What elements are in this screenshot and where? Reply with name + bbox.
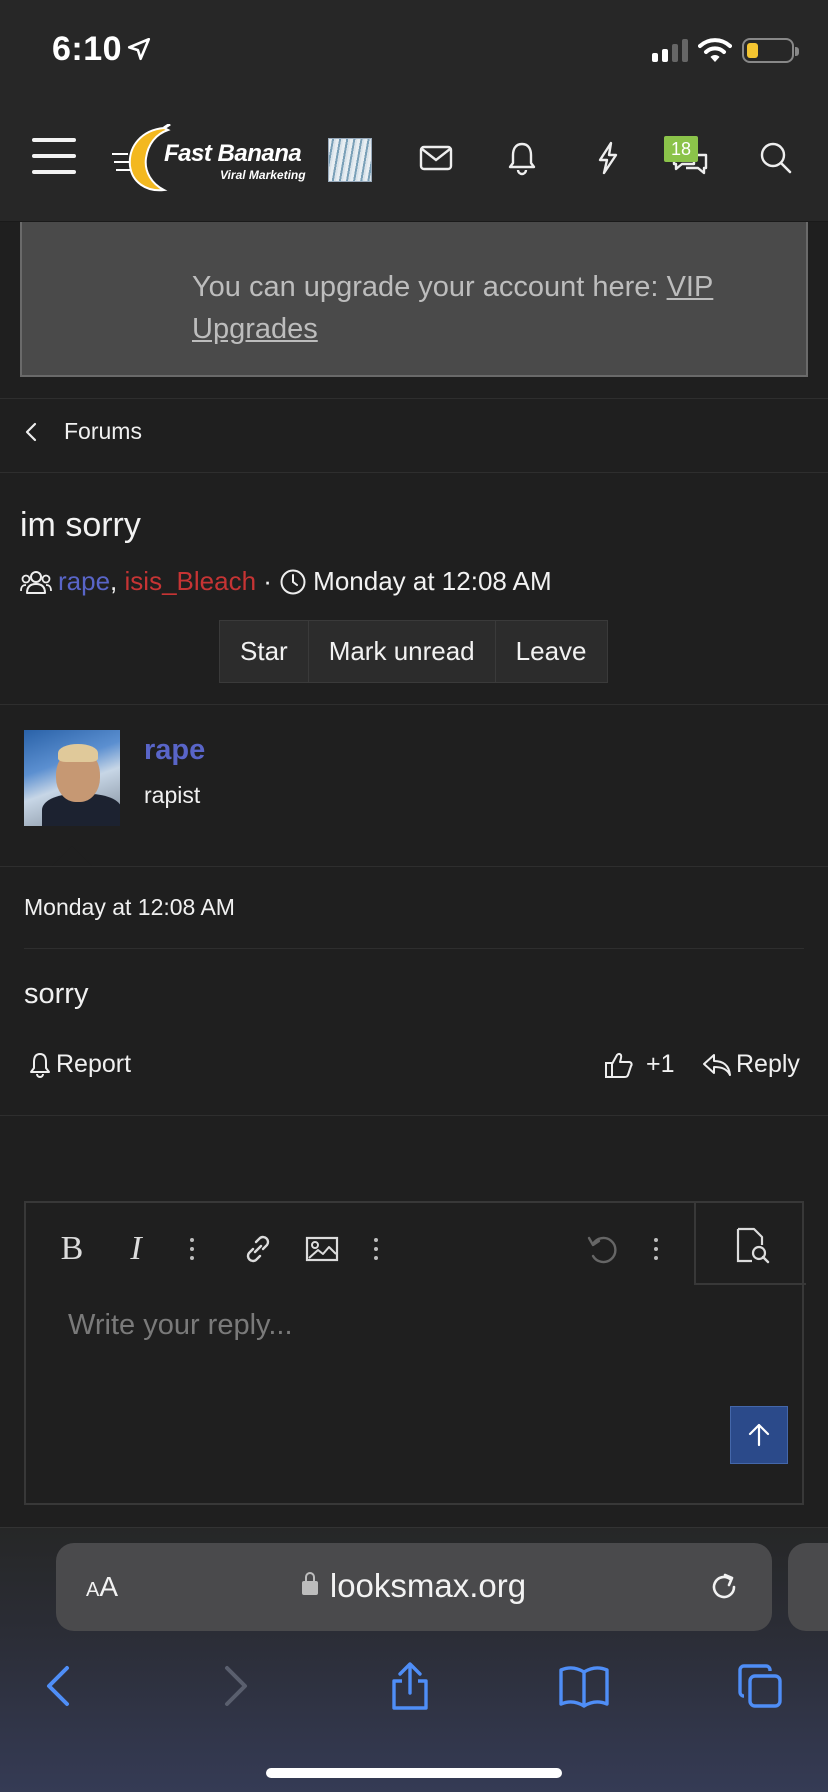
message-caret — [52, 846, 92, 866]
location-arrow-icon — [127, 37, 151, 61]
account-avatar[interactable] — [328, 138, 372, 182]
bell-icon — [30, 1052, 50, 1078]
next-tab-peek[interactable] — [788, 1543, 828, 1631]
reply-icon — [703, 1053, 731, 1076]
clock-icon — [280, 569, 306, 594]
undo-icon — [587, 1236, 617, 1264]
divider — [0, 704, 828, 705]
wifi-icon — [698, 38, 732, 62]
star-button[interactable]: Star — [220, 621, 309, 682]
upgrade-notice: You can upgrade your account here: VIP U… — [20, 222, 808, 377]
bell-icon[interactable] — [502, 138, 542, 178]
preview-icon — [736, 1227, 770, 1264]
divider — [0, 398, 828, 399]
reply-editor: B I Write your reply... — [24, 1201, 806, 1505]
scroll-to-top-button[interactable] — [730, 1406, 788, 1464]
report-button[interactable]: Report — [28, 1050, 131, 1079]
cellular-signal-icon — [652, 38, 688, 62]
bold-button[interactable]: B — [52, 1229, 92, 1269]
search-icon[interactable] — [756, 138, 796, 178]
reload-icon[interactable] — [706, 1569, 742, 1605]
divider — [24, 948, 804, 949]
more-editor-options-button[interactable] — [636, 1229, 676, 1269]
logo-title: Fast Banana — [164, 140, 302, 167]
mark-unread-button[interactable]: Mark unread — [309, 621, 496, 682]
divider — [0, 866, 828, 867]
tabs-icon — [738, 1664, 782, 1708]
book-icon — [559, 1666, 609, 1708]
participant-link[interactable]: isis_Bleach — [125, 566, 257, 597]
reply-button[interactable]: Reply — [702, 1050, 800, 1079]
home-indicator — [266, 1768, 562, 1778]
app-header: Fast Banana Viral Marketing — [0, 100, 828, 222]
image-button[interactable] — [302, 1229, 342, 1269]
share-icon — [392, 1662, 428, 1710]
back-button[interactable] — [28, 1656, 88, 1716]
arrow-up-icon — [748, 1423, 770, 1447]
mail-icon[interactable] — [416, 138, 456, 178]
divider — [0, 1115, 828, 1116]
users-icon — [20, 570, 52, 594]
thumbs-up-icon — [605, 1052, 633, 1078]
forward-button[interactable] — [206, 1656, 266, 1716]
post-username[interactable]: rape — [144, 734, 205, 767]
divider — [0, 472, 828, 473]
link-button[interactable] — [238, 1229, 278, 1269]
more-text-options-button[interactable] — [172, 1229, 212, 1269]
like-button[interactable]: +1 — [604, 1050, 675, 1079]
reply-input[interactable]: Write your reply... — [68, 1309, 293, 1342]
url-field[interactable]: looksmax.org — [56, 1567, 772, 1605]
tabs-button[interactable] — [730, 1656, 790, 1716]
site-logo[interactable]: Fast Banana Viral Marketing — [112, 124, 312, 196]
italic-button[interactable]: I — [116, 1229, 156, 1269]
thread-date: Monday at 12:08 AM — [313, 566, 552, 596]
lock-icon — [301, 1572, 318, 1595]
logo-subtitle: Viral Marketing — [220, 168, 306, 182]
chevron-right-icon — [225, 1666, 247, 1706]
undo-button[interactable] — [582, 1229, 622, 1269]
conversations-badge: 18 — [664, 136, 698, 162]
battery-icon — [742, 38, 799, 63]
breadcrumb-forums[interactable]: Forums — [64, 418, 142, 445]
more-insert-options-button[interactable] — [356, 1229, 396, 1269]
post-body: sorry — [24, 978, 89, 1010]
preview-toggle[interactable] — [694, 1201, 806, 1285]
post-date[interactable]: Monday at 12:08 AM — [24, 894, 235, 921]
chevron-left-icon — [47, 1666, 69, 1706]
thread-meta: rape, isis_Bleach · Monday at 12:08 AM — [20, 566, 552, 597]
status-bar: 6:10 — [0, 0, 828, 100]
browser-toolbar: AA looksmax.org — [0, 1527, 828, 1792]
address-bar[interactable]: AA looksmax.org — [56, 1543, 772, 1631]
avatar[interactable] — [24, 730, 120, 826]
image-icon — [305, 1236, 339, 1262]
chevron-left-icon — [25, 422, 37, 441]
thread-title: im sorry — [20, 506, 141, 544]
participant-link[interactable]: rape — [58, 566, 110, 597]
thread-actions: Star Mark unread Leave — [219, 620, 608, 683]
menu-icon[interactable] — [32, 138, 76, 174]
post-user-title: rapist — [144, 782, 201, 808]
share-button[interactable] — [380, 1656, 440, 1716]
bookmarks-button[interactable] — [554, 1656, 614, 1716]
notice-text: You can upgrade your account here: VIP U… — [192, 271, 714, 345]
breadcrumb[interactable]: Forums — [24, 418, 142, 445]
lightning-icon[interactable] — [588, 138, 628, 178]
link-icon — [246, 1235, 270, 1263]
leave-button[interactable]: Leave — [496, 621, 607, 682]
status-time: 6:10 — [52, 30, 123, 68]
